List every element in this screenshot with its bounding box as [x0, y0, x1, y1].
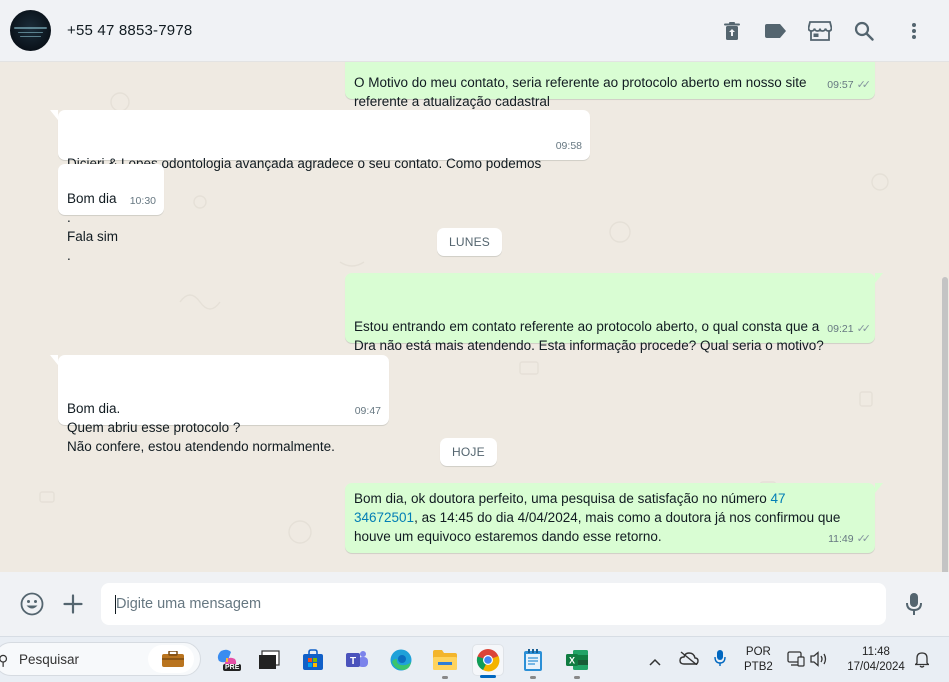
microsoft-store-icon[interactable]	[297, 644, 329, 676]
read-ticks-icon: ✓✓	[856, 323, 872, 335]
message-time: 09:58	[555, 140, 582, 152]
text-cursor	[115, 595, 116, 614]
input-language[interactable]: POR PTB2	[744, 645, 773, 675]
chevron-up-icon[interactable]	[649, 653, 661, 671]
phone-link[interactable]: 34672501	[354, 510, 414, 525]
chat-area: O Motivo do meu contato, seria referente…	[0, 62, 949, 572]
message-text: Estou entrando em contato referente ao p…	[354, 319, 824, 353]
message-time: 09:57 ✓✓	[827, 76, 872, 95]
message-time: 09:21 ✓✓	[827, 320, 872, 339]
briefcase-icon	[162, 650, 184, 672]
message-text: Bom dia, ok doutora perfeito, uma pesqui…	[354, 491, 841, 544]
phone-link[interactable]: 47	[771, 491, 786, 506]
active-indicator	[480, 675, 496, 678]
contact-name[interactable]: +55 47 8853-7978	[67, 22, 192, 39]
network-icon[interactable]	[787, 651, 805, 672]
preview-badge: PRE	[223, 664, 242, 671]
contact-avatar[interactable]	[10, 10, 51, 51]
chat-scrollbar[interactable]	[942, 277, 948, 572]
excel-icon[interactable]: X	[561, 644, 593, 679]
plus-icon[interactable]	[60, 591, 86, 617]
message-time: 11:49 ✓✓	[828, 530, 872, 549]
emoji-icon[interactable]	[19, 591, 45, 617]
message-input[interactable]	[101, 583, 886, 625]
taskbar-search-label: Pesquisar	[19, 652, 80, 667]
microphone-icon[interactable]	[714, 649, 726, 672]
label-icon[interactable]	[763, 18, 789, 44]
trash-icon[interactable]	[719, 18, 745, 44]
message-outgoing[interactable]: Estou entrando em contato referente ao p…	[345, 273, 883, 353]
search-highlight-chip[interactable]	[148, 645, 194, 673]
search-icon: ⚲	[0, 652, 9, 668]
message-composer	[0, 572, 949, 636]
running-indicator	[442, 676, 448, 679]
chat-header: +55 47 8853-7978	[0, 0, 949, 62]
message-incoming[interactable]: Bom dia . Fala sim . 10:30	[58, 164, 164, 263]
notepad-icon[interactable]	[517, 644, 549, 679]
task-view-icon[interactable]	[253, 644, 285, 676]
date-divider: LUNES	[437, 228, 503, 256]
message-time: 09:47	[354, 405, 381, 417]
menu-dots-icon[interactable]	[901, 18, 927, 44]
read-ticks-icon: ✓✓	[856, 533, 872, 545]
running-indicator	[530, 676, 536, 679]
message-incoming[interactable]: Bom dia. Quem abriu esse protocolo ? Não…	[50, 355, 389, 454]
store-icon[interactable]	[807, 18, 833, 44]
chrome-icon[interactable]	[472, 644, 504, 678]
message-outgoing[interactable]: O Motivo do meu contato, seria referente…	[345, 62, 875, 109]
cloud-offline-icon[interactable]	[679, 651, 699, 670]
windows-taskbar: ⚲ Pesquisar PRE T X POR PTB2 11:48 17/04…	[0, 636, 949, 682]
read-ticks-icon: ✓✓	[856, 79, 872, 91]
message-outgoing[interactable]: Bom dia, ok doutora perfeito, uma pesqui…	[345, 483, 883, 553]
file-explorer-icon[interactable]	[429, 644, 461, 679]
edge-icon[interactable]	[385, 644, 417, 676]
svg-text:X: X	[569, 656, 575, 666]
teams-icon[interactable]: T	[341, 644, 373, 676]
date-divider: HOJE	[440, 438, 497, 466]
volume-icon[interactable]	[810, 651, 830, 672]
svg-text:T: T	[350, 656, 356, 667]
message-incoming[interactable]: Dicieri & Lopes odontologia avançada agr…	[50, 110, 590, 190]
system-clock[interactable]: 11:48 17/04/2024	[842, 645, 910, 675]
running-indicator	[574, 676, 580, 679]
message-time: 10:30	[129, 195, 156, 207]
copilot-icon[interactable]: PRE	[211, 644, 243, 676]
notification-bell-icon[interactable]	[913, 650, 931, 673]
search-icon[interactable]	[851, 18, 877, 44]
microphone-icon[interactable]	[901, 591, 927, 617]
